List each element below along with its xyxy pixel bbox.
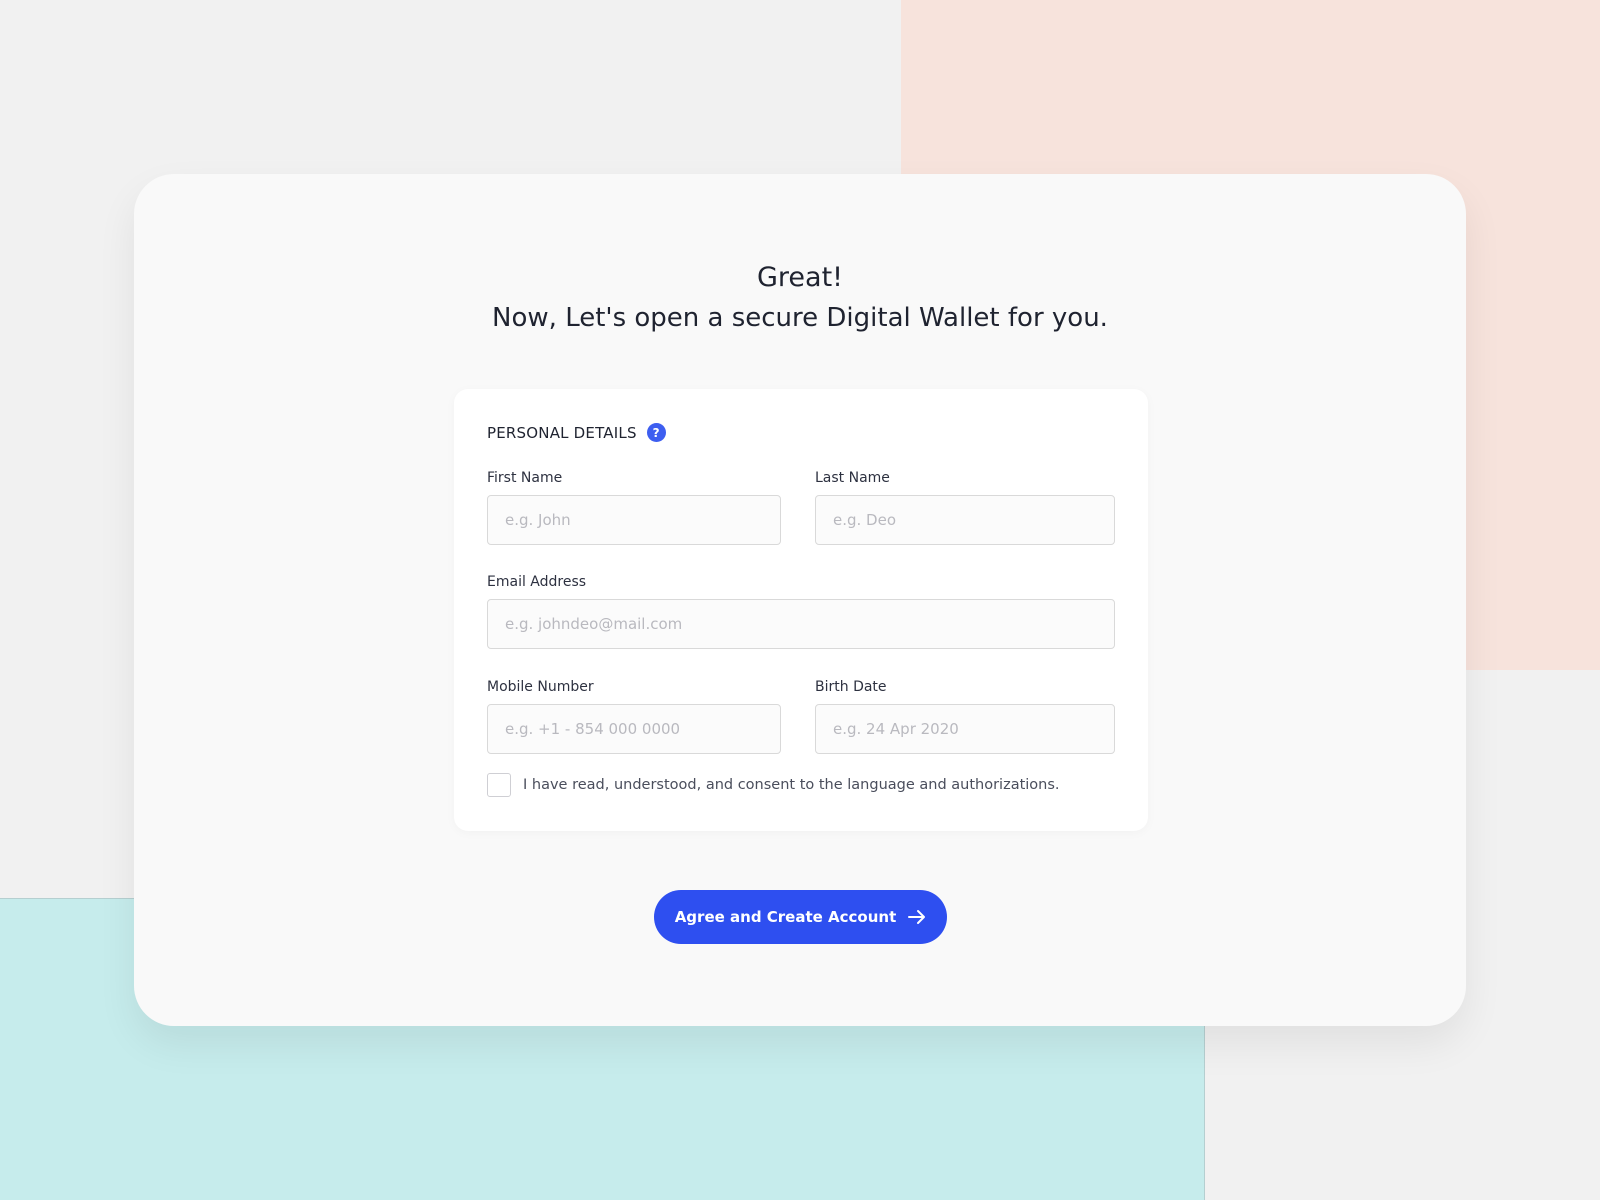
first-name-field: First Name: [487, 469, 781, 545]
email-input[interactable]: [487, 599, 1115, 649]
consent-text: I have read, understood, and consent to …: [523, 777, 1060, 793]
email-label: Email Address: [487, 574, 587, 590]
consent-checkbox[interactable]: [487, 773, 511, 797]
help-icon[interactable]: ?: [646, 423, 666, 442]
mobile-number-input[interactable]: [487, 704, 781, 754]
agree-create-account-button[interactable]: Agree and Create Account: [654, 890, 947, 944]
page-heading: Great! Now, Let's open a secure Digital …: [134, 258, 1466, 338]
birth-date-input[interactable]: [815, 704, 1115, 754]
birth-date-label: Birth Date: [815, 679, 887, 695]
consent-row: I have read, understood, and consent to …: [487, 773, 1060, 797]
mobile-number-field: Mobile Number: [487, 678, 781, 754]
section-title: PERSONAL DETAILS ?: [487, 423, 666, 442]
first-name-input[interactable]: [487, 495, 781, 545]
heading-subtitle: Now, Let's open a secure Digital Wallet …: [492, 303, 1108, 333]
personal-details-form: PERSONAL DETAILS ? First Name Last Name …: [454, 389, 1148, 831]
agree-create-account-label: Agree and Create Account: [674, 908, 897, 926]
heading-greeting: Great!: [757, 262, 843, 293]
section-title-text: PERSONAL DETAILS: [487, 423, 637, 442]
last-name-field: Last Name: [815, 469, 1115, 545]
mobile-number-label: Mobile Number: [487, 679, 594, 695]
signup-card: Great! Now, Let's open a secure Digital …: [134, 174, 1466, 1026]
last-name-input[interactable]: [815, 495, 1115, 545]
arrow-right-icon: [908, 909, 926, 925]
first-name-label: First Name: [487, 470, 563, 486]
birth-date-field: Birth Date: [815, 678, 1115, 754]
email-field: Email Address: [487, 573, 1115, 649]
last-name-label: Last Name: [815, 470, 890, 486]
